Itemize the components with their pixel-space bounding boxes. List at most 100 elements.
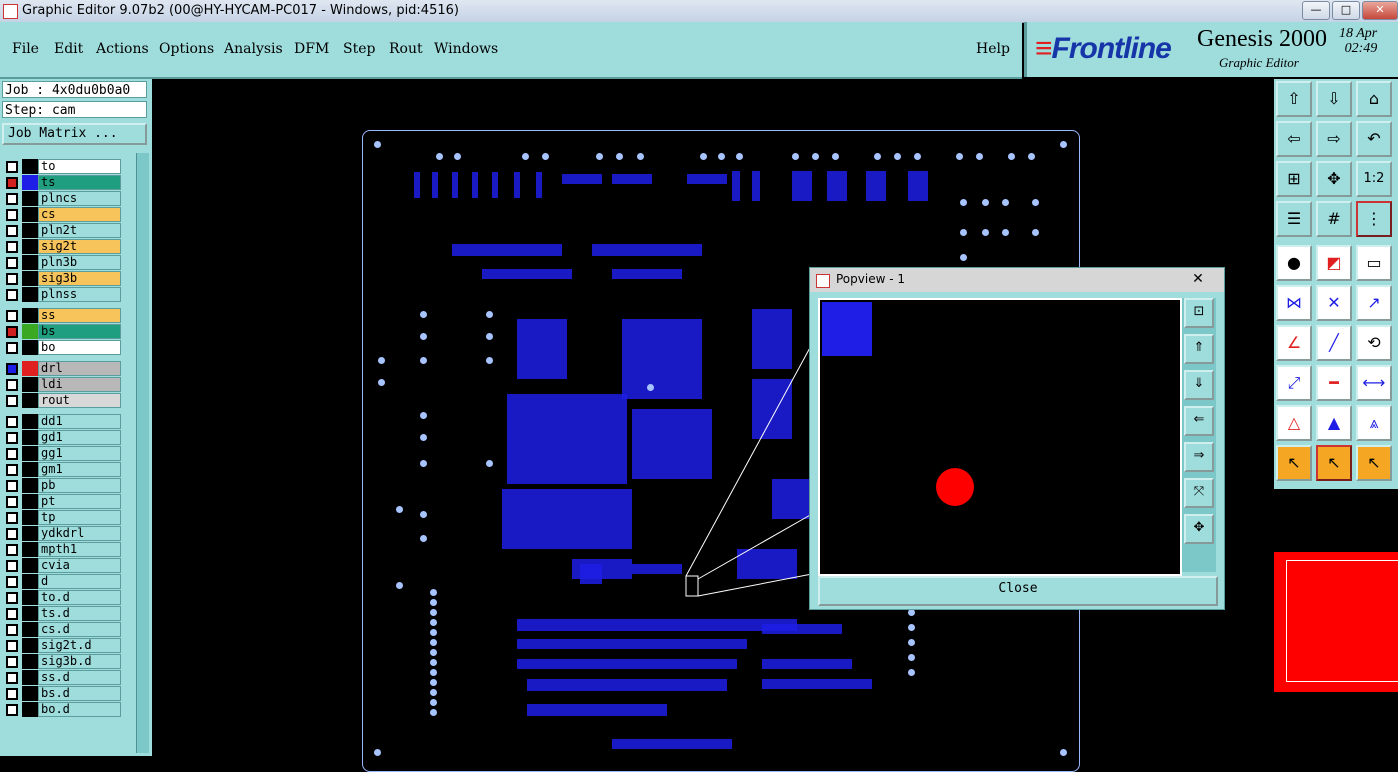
layer-color-swatch[interactable] <box>22 393 38 408</box>
zoom-in-icon[interactable]: ⤧ <box>1184 478 1214 508</box>
layer-row[interactable]: tp <box>4 510 121 525</box>
layer-row[interactable]: cs <box>4 207 121 222</box>
layer-checkbox[interactable] <box>6 193 18 205</box>
layer-checkbox[interactable] <box>6 656 18 668</box>
layer-checkbox[interactable] <box>6 640 18 652</box>
layer-name[interactable]: cvia <box>38 558 121 573</box>
layer-checkbox[interactable] <box>6 432 18 444</box>
net-icon[interactable]: ⋈ <box>1276 285 1312 321</box>
layer-color-swatch[interactable] <box>22 430 38 445</box>
layer-checkbox[interactable] <box>6 544 18 556</box>
layer-color-swatch[interactable] <box>22 207 38 222</box>
layer-color-swatch[interactable] <box>22 223 38 238</box>
layer-name[interactable]: ss.d <box>38 670 121 685</box>
layer-color-swatch[interactable] <box>22 159 38 174</box>
layer-name[interactable]: sig2t.d <box>38 638 121 653</box>
pan-up-icon[interactable]: ⇑ <box>1184 334 1214 364</box>
grid-icon[interactable]: # <box>1316 201 1352 237</box>
dimension-icon[interactable]: ⟷ <box>1356 365 1392 401</box>
layer-color-swatch[interactable] <box>22 686 38 701</box>
layer-name[interactable]: ts.d <box>38 606 121 621</box>
layer-row[interactable]: gg1 <box>4 446 121 461</box>
zoom-down-icon[interactable]: ⇩ <box>1316 81 1352 117</box>
move-icon[interactable]: ⤢ <box>1276 365 1312 401</box>
layer-name[interactable]: ts <box>38 175 121 190</box>
select-box-icon[interactable]: ↖ <box>1316 445 1352 481</box>
layer-color-swatch[interactable] <box>22 239 38 254</box>
layer-row[interactable]: ldi <box>4 377 121 392</box>
maximize-button[interactable]: □ <box>1332 1 1360 20</box>
layer-row[interactable]: to.d <box>4 590 121 605</box>
layer-checkbox[interactable] <box>6 241 18 253</box>
layer-name[interactable]: sig3b <box>38 271 121 286</box>
layer-row[interactable]: to <box>4 159 121 174</box>
menu-step[interactable]: Step <box>343 41 375 57</box>
layer-row[interactable]: sig3b <box>4 271 121 286</box>
layer-row[interactable]: drl <box>4 361 121 376</box>
pan-left-tool-icon[interactable]: ⇦ <box>1276 121 1312 157</box>
layer-row[interactable]: ss.d <box>4 670 121 685</box>
layer-color-swatch[interactable] <box>22 542 38 557</box>
layer-name[interactable]: drl <box>38 361 121 376</box>
layer-checkbox[interactable] <box>6 464 18 476</box>
layer-name[interactable]: gm1 <box>38 462 121 477</box>
layer-name[interactable]: bo.d <box>38 702 121 717</box>
undo-view-icon[interactable]: ↶ <box>1356 121 1392 157</box>
layer-color-swatch[interactable] <box>22 654 38 669</box>
popview-close-icon[interactable]: ✕ <box>1178 270 1218 288</box>
layer-row[interactable]: pln3b <box>4 255 121 270</box>
layer-row[interactable]: bs <box>4 324 121 339</box>
layer-color-swatch[interactable] <box>22 308 38 323</box>
layer-checkbox[interactable] <box>6 342 18 354</box>
layer-name[interactable]: gd1 <box>38 430 121 445</box>
layer-checkbox[interactable] <box>6 209 18 221</box>
select-pointer-icon[interactable]: ↖ <box>1276 445 1312 481</box>
layer-color-swatch[interactable] <box>22 510 38 525</box>
layer-color-swatch[interactable] <box>22 271 38 286</box>
layer-name[interactable]: cs <box>38 207 121 222</box>
layer-color-swatch[interactable] <box>22 622 38 637</box>
layer-row[interactable]: ts <box>4 175 121 190</box>
layer-checkbox[interactable] <box>6 672 18 684</box>
layer-color-swatch[interactable] <box>22 175 38 190</box>
layer-row[interactable]: dd1 <box>4 414 121 429</box>
angle-icon[interactable]: ∠ <box>1276 325 1312 361</box>
layer-name[interactable]: d <box>38 574 121 589</box>
layer-color-swatch[interactable] <box>22 414 38 429</box>
zoom-box-icon[interactable]: ⊞ <box>1276 161 1312 197</box>
layer-color-swatch[interactable] <box>22 478 38 493</box>
layer-name[interactable]: sig3b.d <box>38 654 121 669</box>
zoom-ratio-icon[interactable]: 1:2 <box>1356 161 1392 197</box>
layer-row[interactable]: bs.d <box>4 686 121 701</box>
popview-canvas[interactable] <box>818 298 1182 576</box>
layer-checkbox[interactable] <box>6 624 18 636</box>
layer-color-swatch[interactable] <box>22 324 38 339</box>
layer-color-swatch[interactable] <box>22 702 38 717</box>
layer-checkbox[interactable] <box>6 704 18 716</box>
zoom-out-icon[interactable]: ✥ <box>1184 514 1214 544</box>
layer-scrollbar[interactable] <box>136 153 149 753</box>
menu-windows[interactable]: Windows <box>434 41 498 57</box>
pad-tool-icon[interactable]: ● <box>1276 245 1312 281</box>
pan-left-icon[interactable]: ⇐ <box>1184 406 1214 436</box>
pan-right-tool-icon[interactable]: ⇨ <box>1316 121 1352 157</box>
layer-row[interactable]: ydkdrl <box>4 526 121 541</box>
layer-name[interactable]: bo <box>38 340 121 355</box>
layer-row[interactable]: sig2t <box>4 239 121 254</box>
layer-row[interactable]: pln2t <box>4 223 121 238</box>
layer-name[interactable]: bs <box>38 324 121 339</box>
job-matrix-button[interactable]: Job Matrix ... <box>2 123 147 145</box>
layer-name[interactable]: pln2t <box>38 223 121 238</box>
triangle-arc-icon[interactable]: ⩓ <box>1356 405 1392 441</box>
measure-icon[interactable]: ⋮ <box>1356 201 1392 237</box>
layer-checkbox[interactable] <box>6 395 18 407</box>
layer-checkbox[interactable] <box>6 416 18 428</box>
layer-color-swatch[interactable] <box>22 255 38 270</box>
layer-checkbox[interactable] <box>6 273 18 285</box>
layer-name[interactable]: plnss <box>38 287 121 302</box>
cross-icon[interactable]: ✕ <box>1316 285 1352 321</box>
layer-checkbox[interactable] <box>6 448 18 460</box>
layer-name[interactable]: ydkdrl <box>38 526 121 541</box>
layer-name[interactable]: pb <box>38 478 121 493</box>
layer-name[interactable]: sig2t <box>38 239 121 254</box>
